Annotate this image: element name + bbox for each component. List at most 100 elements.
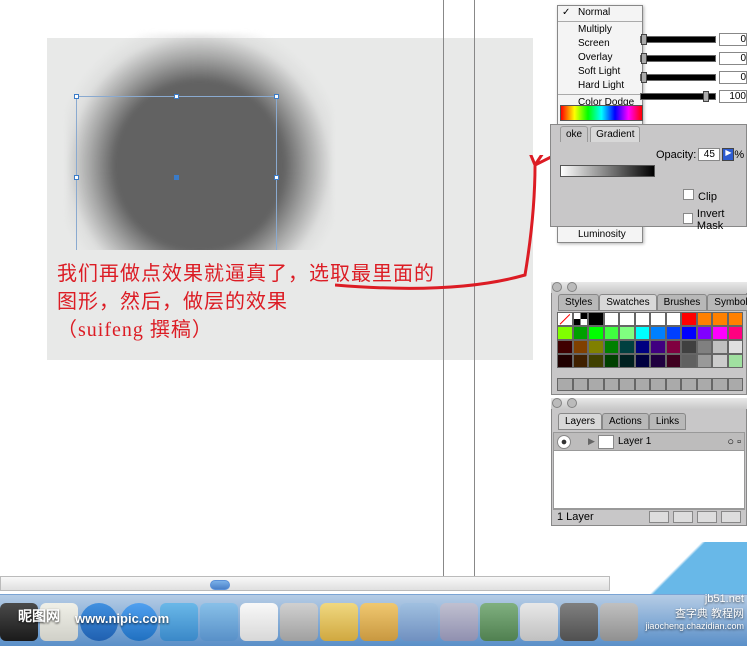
layer-thumbnail[interactable] — [598, 435, 614, 449]
horizontal-scrollbar[interactable] — [0, 576, 610, 591]
swatch[interactable] — [712, 312, 728, 326]
swatch[interactable] — [681, 354, 697, 368]
swatch[interactable] — [681, 340, 697, 354]
swatch[interactable] — [697, 326, 713, 340]
color-slider-c[interactable] — [640, 32, 747, 47]
swatch[interactable] — [635, 312, 651, 326]
dock-app-icon[interactable] — [400, 603, 438, 641]
tab-layers[interactable]: Layers — [558, 413, 602, 430]
swatch[interactable] — [697, 312, 713, 326]
tab-stroke[interactable]: oke — [560, 126, 588, 142]
swatch-type-icon[interactable] — [681, 378, 697, 391]
invert-mask-checkbox[interactable] — [683, 213, 693, 224]
handle-mid-left[interactable] — [74, 175, 79, 180]
swatch[interactable] — [712, 340, 728, 354]
handle-mid-right[interactable] — [274, 175, 279, 180]
tab-links[interactable]: Links — [649, 413, 686, 430]
color-spectrum[interactable] — [560, 105, 643, 121]
make-clipping-mask-button[interactable] — [649, 511, 669, 523]
dock-app-icon[interactable] — [320, 603, 358, 641]
swatch[interactable] — [728, 354, 744, 368]
tab-styles[interactable]: Styles — [558, 294, 599, 311]
swatch-type-icon[interactable] — [697, 378, 713, 391]
swatch-type-icon[interactable] — [635, 378, 651, 391]
swatch[interactable] — [712, 354, 728, 368]
swatch[interactable] — [619, 312, 635, 326]
layer-target-icon[interactable]: ○ ▫ — [727, 436, 741, 448]
tab-brushes[interactable]: Brushes — [657, 294, 708, 311]
swatch-type-icon[interactable] — [573, 378, 589, 391]
swatch[interactable] — [666, 312, 682, 326]
new-layer-button[interactable] — [697, 511, 717, 523]
opacity-input[interactable] — [698, 148, 720, 161]
swatch[interactable] — [557, 340, 573, 354]
swatch[interactable] — [573, 340, 589, 354]
color-slider-m[interactable] — [640, 51, 747, 66]
color-slider-y-value[interactable] — [719, 71, 747, 84]
dock-app-icon[interactable] — [280, 603, 318, 641]
tab-gradient[interactable]: Gradient — [590, 126, 640, 142]
swatch-type-icon[interactable] — [712, 378, 728, 391]
swatch[interactable] — [666, 326, 682, 340]
scrollbar-thumb[interactable] — [210, 580, 230, 590]
blend-option-screen[interactable]: Screen — [558, 37, 642, 51]
minimize-icon[interactable] — [567, 398, 577, 408]
swatch[interactable] — [635, 326, 651, 340]
swatch[interactable] — [588, 312, 604, 326]
swatch[interactable] — [573, 354, 589, 368]
swatch-type-icon[interactable] — [666, 378, 682, 391]
close-icon[interactable] — [552, 398, 562, 408]
swatch-type-icon[interactable] — [557, 378, 573, 391]
selection-bounding-box[interactable] — [76, 96, 277, 259]
swatch[interactable] — [557, 354, 573, 368]
swatch[interactable] — [557, 312, 573, 326]
dock-app-icon[interactable] — [520, 603, 558, 641]
color-slider-k-value[interactable] — [719, 90, 747, 103]
dock-app-icon[interactable] — [560, 603, 598, 641]
visibility-icon[interactable] — [557, 435, 571, 449]
swatch[interactable] — [697, 340, 713, 354]
swatch[interactable] — [619, 340, 635, 354]
blend-option-luminosity[interactable]: Luminosity — [558, 228, 642, 242]
delete-layer-button[interactable] — [721, 511, 741, 523]
minimize-icon[interactable] — [567, 282, 577, 292]
swatch[interactable] — [573, 312, 589, 326]
tab-actions[interactable]: Actions — [602, 413, 649, 430]
dock-app-icon[interactable] — [200, 603, 238, 641]
swatch[interactable] — [588, 326, 604, 340]
swatch[interactable] — [650, 326, 666, 340]
close-icon[interactable] — [552, 282, 562, 292]
swatch-type-icon[interactable] — [650, 378, 666, 391]
swatch[interactable] — [681, 326, 697, 340]
swatch[interactable] — [635, 340, 651, 354]
color-slider-c-value[interactable] — [719, 33, 747, 46]
create-sublayer-button[interactable] — [673, 511, 693, 523]
color-slider-m-value[interactable] — [719, 52, 747, 65]
swatch[interactable] — [728, 340, 744, 354]
gradient-preview[interactable] — [560, 165, 655, 177]
layer-name[interactable]: Layer 1 — [618, 436, 727, 447]
swatches-panel-titlebar[interactable] — [551, 282, 747, 293]
swatch-type-icon[interactable] — [604, 378, 620, 391]
dock-app-icon[interactable] — [240, 603, 278, 641]
swatch[interactable] — [712, 326, 728, 340]
blend-option-softlight[interactable]: Soft Light — [558, 65, 642, 79]
dock-app-icon[interactable] — [480, 603, 518, 641]
color-slider-k[interactable] — [640, 89, 747, 104]
swatch[interactable] — [728, 326, 744, 340]
dock-app-icon[interactable] — [440, 603, 478, 641]
swatch[interactable] — [666, 354, 682, 368]
swatch[interactable] — [604, 326, 620, 340]
swatch[interactable] — [697, 354, 713, 368]
swatch[interactable] — [635, 354, 651, 368]
swatch[interactable] — [604, 312, 620, 326]
color-slider-y[interactable] — [640, 70, 747, 85]
blend-option-normal[interactable]: Normal — [558, 6, 642, 20]
swatch[interactable] — [681, 312, 697, 326]
blend-option-overlay[interactable]: Overlay — [558, 51, 642, 65]
swatch[interactable] — [650, 312, 666, 326]
swatch[interactable] — [728, 312, 744, 326]
layer-row[interactable]: ▶ Layer 1 ○ ▫ — [554, 433, 744, 451]
swatch-type-icon[interactable] — [619, 378, 635, 391]
swatch[interactable] — [650, 340, 666, 354]
